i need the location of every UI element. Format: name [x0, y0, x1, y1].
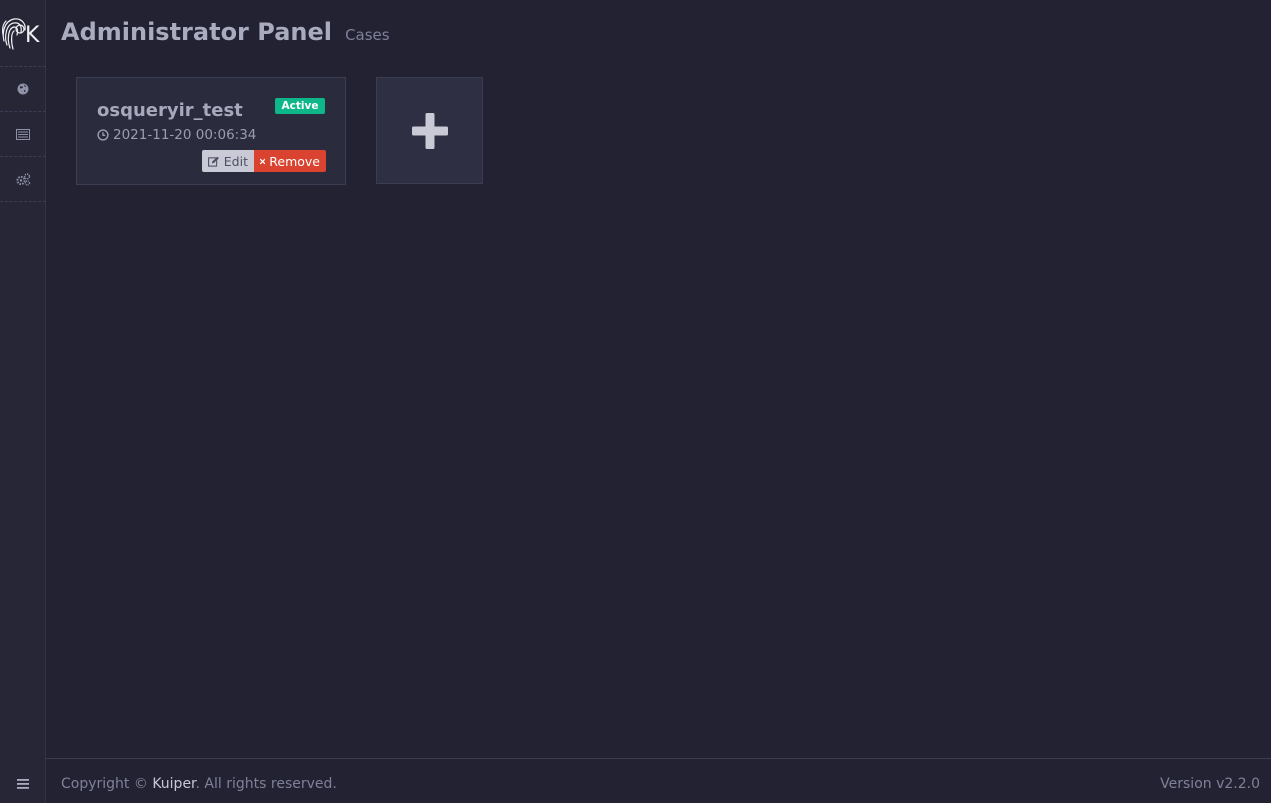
list-icon — [16, 128, 30, 140]
remove-button-label: Remove — [269, 153, 320, 169]
sidebar-toggle[interactable] — [0, 764, 46, 803]
edit-button[interactable]: Edit — [202, 150, 254, 172]
page-title: Administrator Panel Cases — [61, 18, 390, 46]
plus-icon — [411, 112, 448, 149]
close-icon — [260, 158, 266, 164]
fingerprint-icon — [2, 18, 26, 50]
page-subtitle: Cases — [345, 26, 390, 44]
add-case-button[interactable] — [376, 77, 483, 184]
edit-button-label: Edit — [223, 153, 248, 169]
globe-icon — [17, 83, 29, 95]
sidebar-item-globe[interactable] — [0, 67, 46, 112]
logo-letter: K — [25, 23, 40, 48]
logo[interactable]: K — [0, 0, 46, 67]
case-date: 2021-11-20 00:06:34 — [97, 127, 256, 143]
copyright: Copyright © Kuiper. All rights reserved. — [61, 776, 337, 792]
remove-button[interactable]: Remove — [254, 150, 326, 172]
copyright-suffix: . All rights reserved. — [195, 776, 337, 792]
case-card[interactable]: osqueryir_test Active 2021-11-20 00:06:3… — [76, 77, 346, 185]
case-name[interactable]: osqueryir_test — [97, 100, 243, 121]
sidebar: K — [0, 0, 46, 803]
copyright-prefix: Copyright © — [61, 776, 153, 792]
status-badge: Active — [275, 98, 325, 114]
edit-icon — [208, 156, 219, 167]
gears-icon — [15, 172, 30, 186]
case-date-text: 2021-11-20 00:06:34 — [113, 127, 257, 143]
page-title-main: Administrator Panel — [61, 18, 332, 46]
clock-icon — [97, 129, 109, 141]
kuiper-link[interactable]: Kuiper — [152, 776, 195, 792]
menu-icon — [17, 778, 29, 789]
version-text: Version v2.2.0 — [1160, 776, 1260, 792]
sidebar-item-settings[interactable] — [0, 157, 46, 202]
footer: Copyright © Kuiper. All rights reserved.… — [46, 758, 1271, 803]
sidebar-item-list[interactable] — [0, 112, 46, 157]
